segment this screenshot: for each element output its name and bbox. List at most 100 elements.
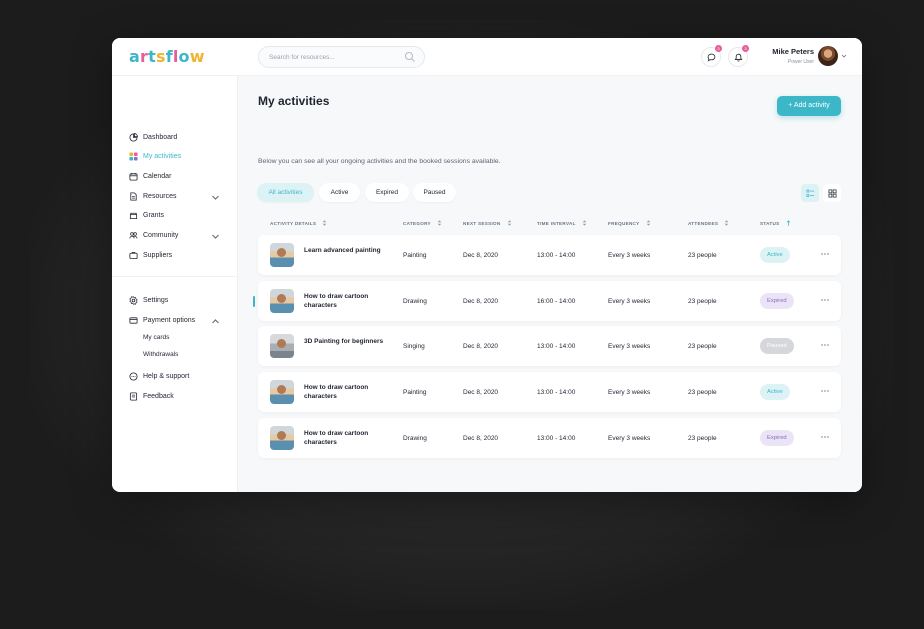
activity-frequency: Every 3 weeks: [608, 252, 651, 259]
suppliers-icon: [129, 251, 138, 259]
activity-title[interactable]: 3D Painting for beginners: [304, 338, 384, 347]
messages-button[interactable]: 3: [701, 45, 722, 67]
chevron-down-icon[interactable]: [211, 232, 220, 241]
logo-letter: r: [140, 47, 149, 66]
user-name[interactable]: Mike Peters: [772, 47, 814, 56]
activity-frequency: Every 3 weeks: [608, 298, 651, 305]
table-row[interactable]: How to draw cartoon characters Drawing D…: [258, 418, 841, 458]
tab-paused[interactable]: Paused: [413, 183, 456, 202]
chat-icon: [707, 53, 715, 62]
notifications-button[interactable]: 3: [728, 45, 749, 67]
column-header-attendees[interactable]: ATTENDEES: [688, 220, 729, 226]
tab-all-activities[interactable]: All activities: [257, 183, 314, 202]
activity-title[interactable]: How to draw cartoon characters: [304, 293, 384, 310]
sidebar-item-grants[interactable]: Grants: [129, 208, 225, 222]
column-header-status[interactable]: STATUS: [760, 220, 791, 226]
sort-icon: [507, 220, 511, 226]
activity-category: Drawing: [403, 435, 427, 442]
activity-title[interactable]: How to draw cartoon characters: [304, 430, 384, 447]
resources-icon: [130, 191, 137, 201]
column-header-frequency[interactable]: FREQUENCY: [608, 220, 651, 226]
sidebar-item-suppliers[interactable]: Suppliers: [129, 248, 225, 262]
table-row[interactable]: How to draw cartoon characters Drawing D…: [253, 281, 841, 321]
chevron-down-icon[interactable]: [841, 53, 847, 59]
search-icon[interactable]: [404, 51, 416, 63]
sidebar-item-community[interactable]: Community: [129, 228, 225, 242]
sidebar-item-settings[interactable]: Settings: [129, 293, 225, 307]
sidebar-item-label: Help & support: [143, 372, 190, 380]
table-row[interactable]: How to draw cartoon characters Painting …: [258, 372, 841, 412]
sidebar-subitem-withdrawals[interactable]: Withdrawals: [143, 351, 178, 358]
sidebar-item-label: Payment options: [143, 316, 196, 324]
app-window: artsflow 3 3 Mike Peters Power User Dash…: [112, 38, 862, 492]
row-hover-marker: [253, 296, 255, 307]
activity-attendees: 23 people: [688, 252, 717, 259]
column-header-label: ACTIVITY DETAILS: [270, 220, 317, 226]
sidebar-item-my-activities[interactable]: My activities: [129, 149, 225, 163]
status-badge: Active: [760, 384, 790, 400]
sidebar-item-feedback[interactable]: Feedback: [129, 389, 225, 403]
artsflow-logo[interactable]: artsflow: [129, 47, 205, 66]
chevron-down-icon[interactable]: [211, 193, 220, 202]
activity-category: Painting: [403, 389, 427, 396]
activity-title[interactable]: How to draw cartoon characters: [304, 384, 384, 401]
more-options-icon[interactable]: [820, 389, 830, 393]
logo-letter: o: [178, 47, 190, 66]
sidebar-item-resources[interactable]: Resources: [129, 189, 225, 203]
activity-time-interval: 16:00 - 14:00: [537, 298, 576, 305]
sidebar-item-label: Settings: [143, 296, 169, 304]
sidebar-item-calendar[interactable]: Calendar: [129, 169, 225, 183]
activity-time-interval: 13:00 - 14:00: [537, 389, 576, 396]
feedback-icon: [129, 391, 138, 401]
sidebar-subitem-my-cards[interactable]: My cards: [143, 334, 169, 341]
messages-badge: 3: [715, 45, 722, 52]
sidebar-item-label: Grants: [143, 211, 165, 219]
sidebar-item-help-support[interactable]: Help & support: [129, 369, 225, 383]
table-row[interactable]: Learn advanced painting Painting Dec 8, …: [258, 235, 841, 275]
grants-icon: [129, 212, 138, 219]
sidebar-item-payment-options[interactable]: Payment options: [129, 313, 225, 327]
more-options-icon[interactable]: [820, 435, 830, 439]
activity-time-interval: 13:00 - 14:00: [537, 435, 576, 442]
tab-active[interactable]: Active: [319, 183, 360, 202]
activity-next-session: Dec 8, 2020: [463, 389, 499, 396]
logo-letter: a: [129, 47, 140, 66]
add-activity-button[interactable]: + Add activity: [777, 96, 841, 116]
column-header-category[interactable]: CATEGORY: [403, 220, 442, 226]
activity-frequency: Every 3 weeks: [608, 435, 651, 442]
more-options-icon[interactable]: [820, 252, 830, 256]
column-header-activity-details[interactable]: ACTIVITY DETAILS: [270, 220, 327, 226]
activity-category: Drawing: [403, 298, 427, 305]
column-header-time-interval[interactable]: TIME INTERVAL: [537, 220, 587, 226]
page-title: My activities: [258, 94, 330, 108]
sort-icon: [646, 220, 650, 226]
more-options-icon[interactable]: [820, 298, 830, 302]
more-options-icon[interactable]: [820, 343, 830, 347]
grid-view-button[interactable]: [823, 184, 841, 202]
sidebar: Dashboard My activities Calendar Resourc…: [112, 76, 238, 492]
activity-attendees: 23 people: [688, 435, 717, 442]
sidebar-item-label: Community: [143, 231, 179, 239]
sort-up-icon: [786, 220, 790, 226]
sidebar-item-label: My activities: [143, 152, 182, 160]
activity-attendees: 23 people: [688, 298, 717, 305]
tab-expired[interactable]: Expired: [365, 183, 409, 202]
logo-letter: w: [189, 47, 205, 66]
sort-icon: [437, 220, 442, 226]
avatar[interactable]: [818, 46, 838, 66]
list-view-icon: [806, 189, 814, 197]
chevron-up-icon[interactable]: [211, 317, 220, 326]
activity-attendees: 23 people: [688, 343, 717, 350]
table-row[interactable]: 3D Painting for beginners Singing Dec 8,…: [258, 326, 841, 366]
activity-title[interactable]: Learn advanced painting: [304, 247, 384, 256]
status-badge: Expired: [760, 430, 794, 446]
sidebar-item-label: Resources: [143, 192, 177, 200]
search-input[interactable]: [258, 46, 425, 68]
sidebar-item-label: Calendar: [143, 172, 172, 180]
sort-icon: [582, 220, 587, 226]
activity-next-session: Dec 8, 2020: [463, 252, 499, 259]
column-header-next-session[interactable]: NEXT SESSION: [463, 220, 512, 226]
payment-icon: [129, 316, 138, 324]
sidebar-item-dashboard[interactable]: Dashboard: [129, 130, 225, 144]
list-view-button[interactable]: [801, 184, 819, 202]
